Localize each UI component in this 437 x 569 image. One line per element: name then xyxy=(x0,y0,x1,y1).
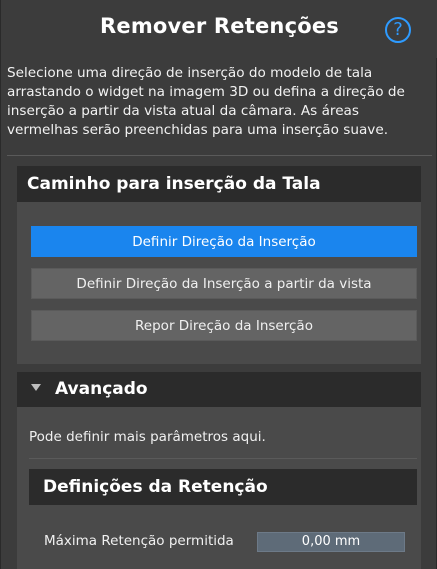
advanced-info-text: Pode definir mais parâmetros aqui. xyxy=(29,429,266,445)
set-insertion-direction-button[interactable]: Definir Direção da Inserção xyxy=(31,226,417,257)
help-icon[interactable]: ? xyxy=(385,17,411,43)
max-undercut-field[interactable]: 0,00 mm xyxy=(257,532,405,552)
undercut-settings-title: Definições da Retenção xyxy=(43,477,268,497)
advanced-title: Avançado xyxy=(55,379,148,399)
advanced-header[interactable]: Avançado xyxy=(17,372,421,407)
insertion-path-header: Caminho para inserção da Tala xyxy=(17,166,421,202)
set-insertion-direction-from-view-button[interactable]: Definir Direção da Inserção a partir da … xyxy=(31,268,417,299)
divider xyxy=(7,155,432,156)
panel-header: Remover Retenções ? xyxy=(1,0,437,58)
instructions-text: Selecione uma direção de inserção do mod… xyxy=(7,65,405,138)
remove-undercuts-panel: Remover Retenções ? Selecione uma direçã… xyxy=(0,0,437,569)
page-title: Remover Retenções xyxy=(100,14,339,38)
insertion-path-title: Caminho para inserção da Tala xyxy=(27,174,321,194)
max-undercut-label: Máxima Retenção permitida xyxy=(44,533,234,549)
undercut-settings-header: Definições da Retenção xyxy=(29,469,417,505)
divider xyxy=(29,458,417,459)
reset-insertion-direction-button[interactable]: Repor Direção da Inserção xyxy=(31,310,417,341)
chevron-down-icon xyxy=(31,383,41,391)
